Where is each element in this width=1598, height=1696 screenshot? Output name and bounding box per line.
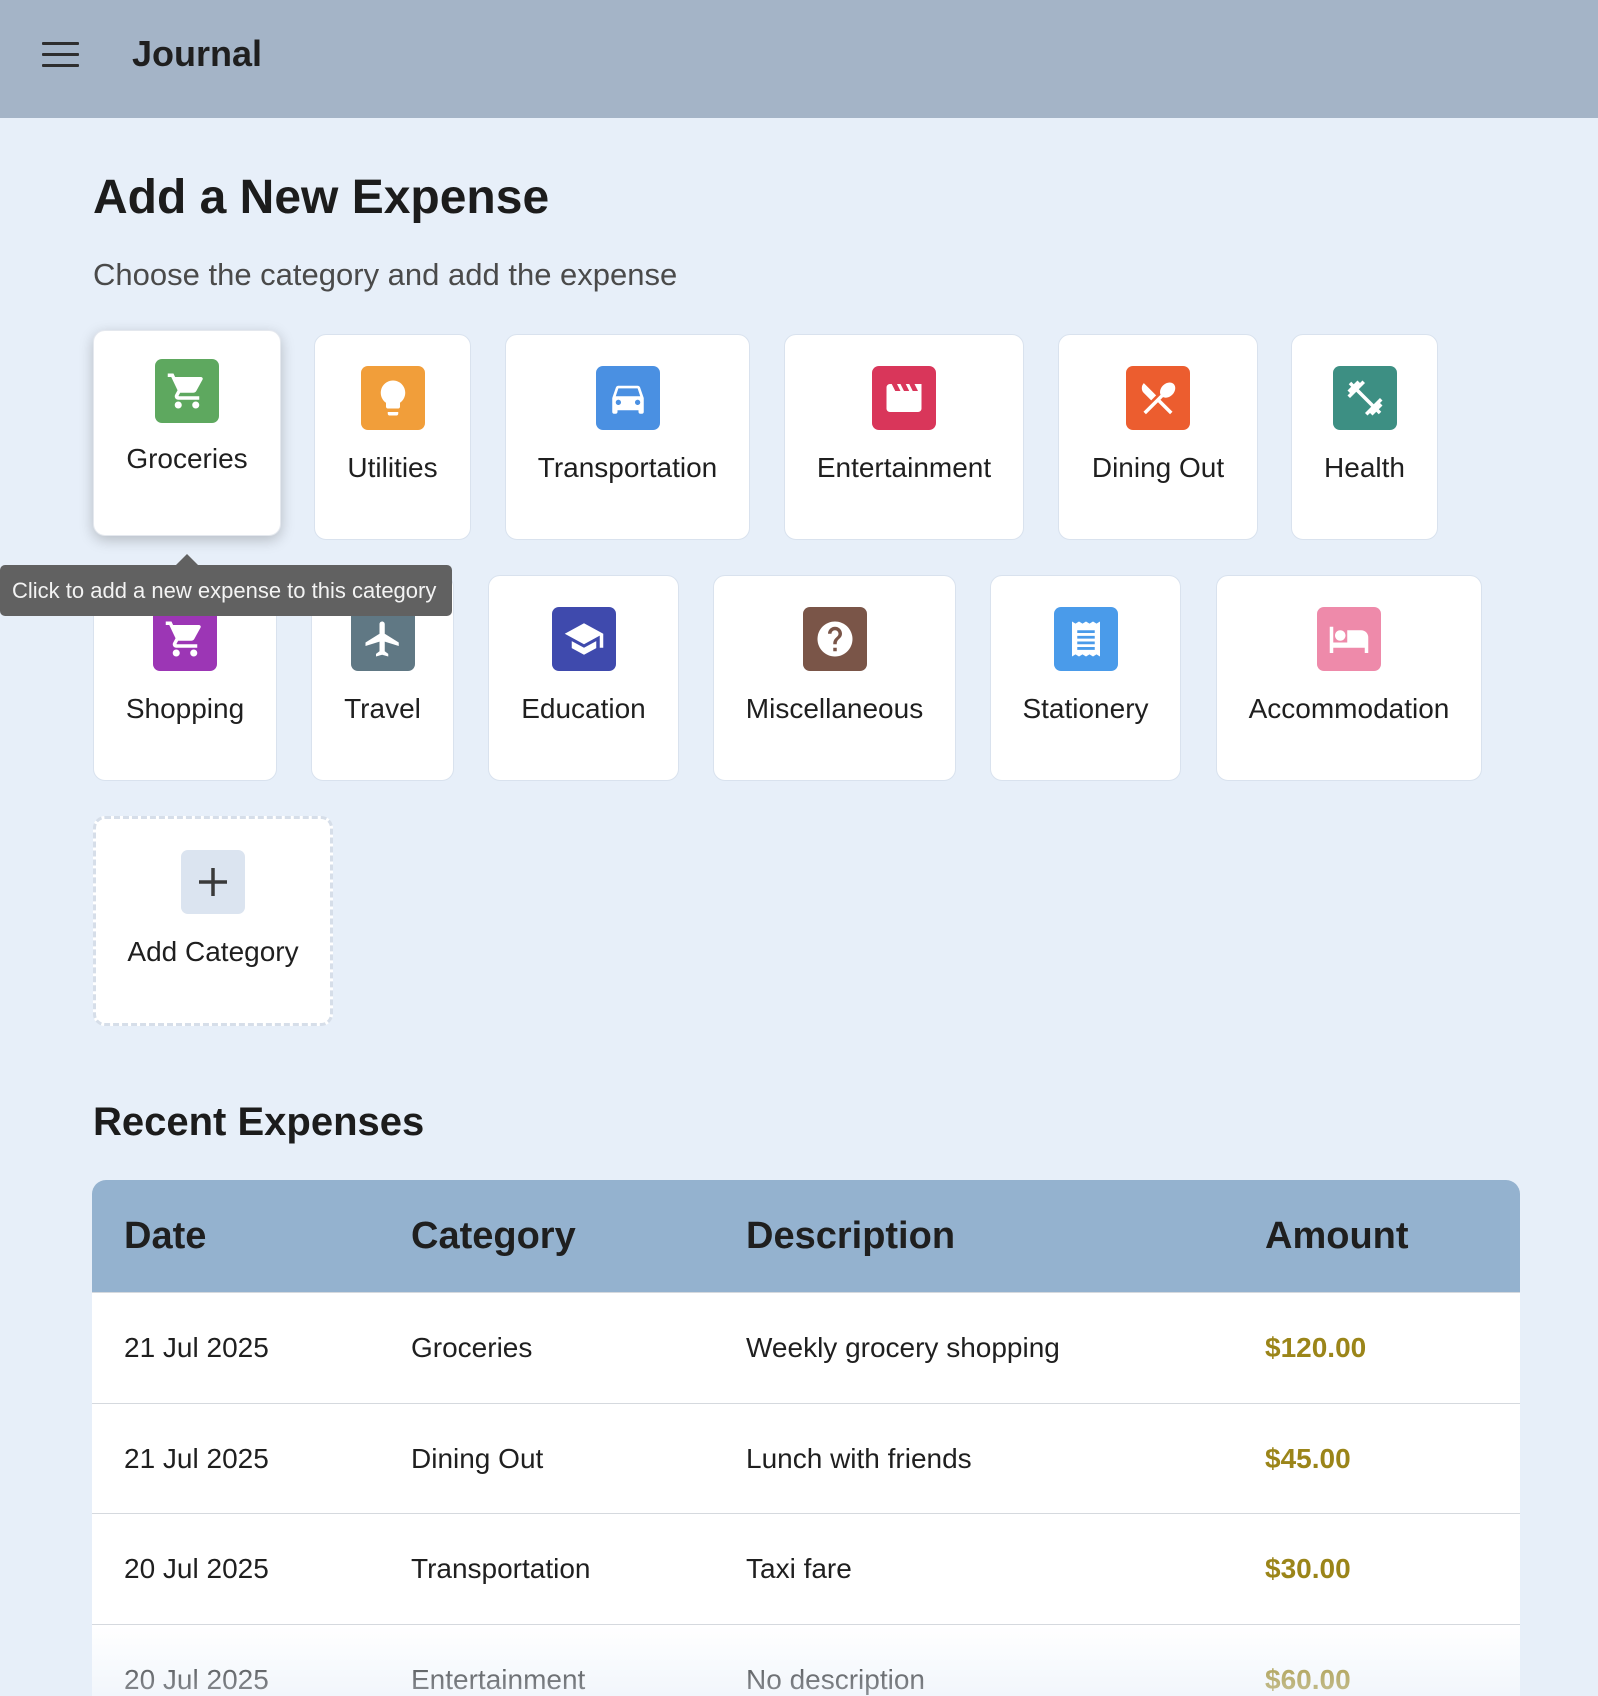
cell-description: Taxi fare (746, 1553, 852, 1584)
cell-date: 20 Jul 2025 (124, 1664, 269, 1695)
cell-description: No description (746, 1664, 925, 1695)
category-label: Travel (344, 693, 421, 724)
receipt-icon (1053, 607, 1118, 671)
category-card-education[interactable]: Education (488, 575, 679, 781)
category-label: Education (521, 693, 646, 724)
cell-amount: $60.00 (1265, 1664, 1351, 1695)
recent-expenses-table: Date Category Description Amount 21 Jul … (92, 1180, 1520, 1696)
category-label: Dining Out (1091, 452, 1225, 483)
category-card-stationery[interactable]: Stationery (990, 575, 1181, 781)
table-row[interactable]: 21 Jul 2025 Groceries Weekly grocery sho… (92, 1292, 1520, 1402)
category-label: Stationery (1022, 693, 1149, 724)
category-card-health[interactable]: Health (1291, 334, 1438, 540)
category-label: Miscellaneous (745, 693, 924, 724)
column-header-amount[interactable]: Amount (1265, 1180, 1409, 1292)
category-label: Entertainment (816, 452, 992, 483)
question-icon (802, 607, 867, 671)
table-header: Date Category Description Amount (92, 1180, 1520, 1292)
category-card-accommodation[interactable]: Accommodation (1216, 575, 1482, 781)
plus-icon (181, 850, 245, 914)
graduation-cap-icon (551, 607, 616, 671)
airplane-icon (350, 607, 415, 671)
cell-date: 21 Jul 2025 (124, 1443, 269, 1474)
page-title: Add a New Expense (93, 171, 550, 224)
page-subtitle: Choose the category and add the expense (93, 257, 678, 292)
table-row[interactable]: 21 Jul 2025 Dining Out Lunch with friend… (92, 1403, 1520, 1513)
category-card-entertainment[interactable]: Entertainment (784, 334, 1024, 540)
cell-category: Entertainment (411, 1664, 586, 1695)
app-title: Journal (132, 33, 263, 74)
category-card-utilities[interactable]: Utilities (314, 334, 471, 540)
film-clapper-icon (872, 366, 936, 430)
tooltip-arrow (176, 554, 198, 565)
category-label: Utilities (347, 452, 438, 483)
column-header-date[interactable]: Date (124, 1180, 206, 1292)
cell-description: Lunch with friends (746, 1443, 972, 1474)
cart-icon (155, 359, 219, 423)
category-label: Accommodation (1248, 693, 1450, 724)
table-row[interactable]: 20 Jul 2025 Transportation Taxi fare $30… (92, 1513, 1520, 1623)
table-row[interactable]: 20 Jul 2025 Entertainment No description… (92, 1624, 1520, 1696)
main-content: Add a New Expense Choose the category an… (0, 118, 1598, 1696)
cell-amount: $120.00 (1265, 1332, 1367, 1363)
category-label: Shopping (125, 693, 245, 724)
burger-drink-icon (1126, 366, 1190, 430)
add-category-button[interactable]: Add Category (93, 816, 333, 1026)
cell-category: Transportation (411, 1553, 591, 1584)
add-category-label: Add Category (127, 936, 299, 967)
lightbulb-icon (360, 366, 425, 430)
category-card-transportation[interactable]: Transportation (505, 334, 750, 540)
category-label: Groceries (126, 443, 248, 474)
column-header-description[interactable]: Description (746, 1180, 955, 1292)
column-header-category[interactable]: Category (411, 1180, 576, 1292)
category-label: Health (1324, 452, 1405, 483)
hamburger-menu-icon[interactable] (38, 40, 82, 70)
cell-date: 21 Jul 2025 (124, 1332, 269, 1363)
cell-category: Groceries (411, 1332, 533, 1363)
category-tooltip: Click to add a new expense to this categ… (0, 565, 452, 616)
car-icon (595, 366, 660, 430)
cell-amount: $30.00 (1265, 1553, 1351, 1584)
cell-description: Weekly grocery shopping (746, 1332, 1060, 1363)
category-card-groceries[interactable]: Groceries (93, 330, 281, 536)
category-card-miscellaneous[interactable]: Miscellaneous (713, 575, 956, 781)
cell-date: 20 Jul 2025 (124, 1553, 269, 1584)
bed-icon (1317, 607, 1381, 671)
category-label: Transportation (537, 452, 718, 483)
cell-amount: $45.00 (1265, 1443, 1351, 1474)
cell-category: Dining Out (411, 1443, 544, 1474)
cart-icon (153, 607, 217, 671)
dumbbell-icon (1332, 366, 1397, 430)
category-card-dining-out[interactable]: Dining Out (1058, 334, 1258, 540)
app-bar: Journal (0, 0, 1598, 118)
recent-expenses-title: Recent Expenses (93, 1100, 425, 1144)
